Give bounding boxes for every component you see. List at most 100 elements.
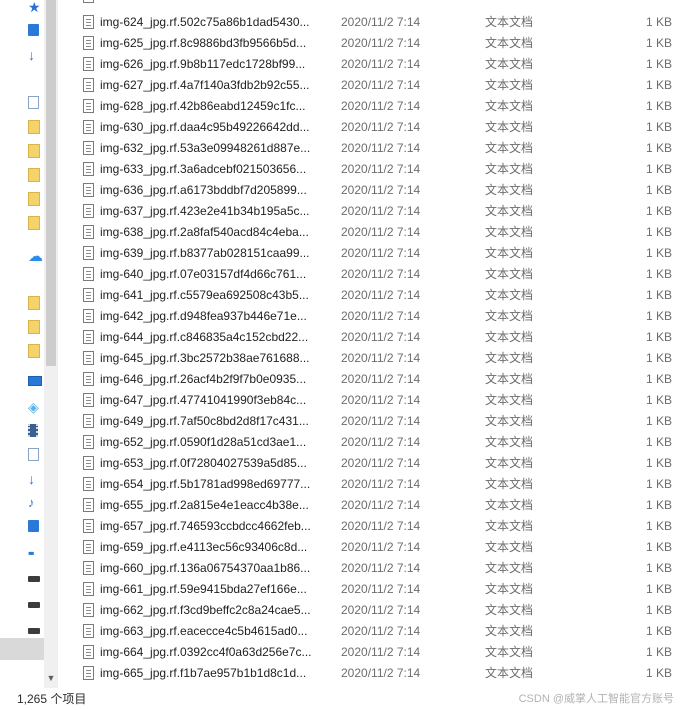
file-row[interactable]: img-664_jpg.rf.0392cc4f0a63d256e7c... 202… <box>78 642 682 663</box>
file-name[interactable]: img-632_jpg.rf.53a3e09948261d887e... <box>100 138 310 159</box>
nav-item[interactable]: ♪ <box>28 496 42 510</box>
file-name[interactable]: img-636_jpg.rf.a6173bddbf7d205899... <box>100 180 307 201</box>
nav-item[interactable] <box>28 96 42 110</box>
file-size: 1 KB <box>645 540 672 554</box>
nav-item[interactable] <box>28 448 42 462</box>
file-row[interactable]: img-627_jpg.rf.4a7f140a3fdb2b92c55... 202… <box>78 75 682 96</box>
nav-item[interactable]: ◈ <box>28 400 42 414</box>
file-row[interactable]: img-640_jpg.rf.07e03157df4d66c761... 2020… <box>78 264 682 285</box>
file-row[interactable]: img-626_jpg.rf.9b8b117edc1728bf99... 2020… <box>78 54 682 75</box>
file-row[interactable]: img-662_jpg.rf.f3cd9beffc2c8a24cae5... 20… <box>78 600 682 621</box>
nav-selected-item[interactable] <box>0 638 44 660</box>
file-row[interactable]: img-647_jpg.rf.47741041990f3eb84c... 2020… <box>78 390 682 411</box>
file-name[interactable]: img-627_jpg.rf.4a7f140a3fdb2b92c55... <box>100 75 310 96</box>
file-name[interactable]: img-657_jpg.rf.746593ccbdcc4662feb... <box>100 516 311 537</box>
nav-item[interactable] <box>28 598 42 612</box>
file-row[interactable]: img-633_jpg.rf.3a6adcebf021503656... 2020… <box>78 159 682 180</box>
file-row[interactable]: img-637_jpg.rf.423e2e41b34b195a5c... 2020… <box>78 201 682 222</box>
file-row[interactable]: img-659_jpg.rf.e4113ec56c93406c8d... 2020… <box>78 537 682 558</box>
file-date-modified: 2020/11/2 7:14 <box>341 330 421 344</box>
file-row[interactable]: img-628_jpg.rf.42b86eabd12459c1fc... 2020… <box>78 96 682 117</box>
nav-item[interactable] <box>28 216 42 230</box>
file-name[interactable]: img-647_jpg.rf.47741041990f3eb84c... <box>100 390 306 411</box>
file-row[interactable]: img-654_jpg.rf.5b1781ad998ed69777... 2020… <box>78 474 682 495</box>
nav-item[interactable] <box>28 520 42 534</box>
nav-item[interactable] <box>28 168 42 182</box>
file-row[interactable]: img-646_jpg.rf.26acf4b2f9f7b0e0935... 202… <box>78 369 682 390</box>
file-name[interactable]: img-644_jpg.rf.c846835a4c152cbd22... <box>100 327 308 348</box>
file-row[interactable]: img-630_jpg.rf.daa4c95b49226642dd... 2020… <box>78 117 682 138</box>
scroll-down-arrow-icon[interactable]: ▼ <box>44 670 58 686</box>
file-name[interactable]: img-639_jpg.rf.b8377ab028151caa99... <box>100 243 310 264</box>
file-name[interactable]: img-646_jpg.rf.26acf4b2f9f7b0e0935... <box>100 369 306 390</box>
file-row[interactable]: img-641_jpg.rf.c5579ea692508c43b5... 2020… <box>78 285 682 306</box>
file-name[interactable]: img-633_jpg.rf.3a6adcebf021503656... <box>100 159 306 180</box>
file-row[interactable]: img-653_jpg.rf.0f72804027539a5d85... 2020… <box>78 453 682 474</box>
file-row[interactable]: img-636_jpg.rf.a6173bddbf7d205899... 2020… <box>78 180 682 201</box>
file-row[interactable]: img-663_jpg.rf.eacecce4c5b4615ad0... 2020… <box>78 621 682 642</box>
file-row[interactable]: img-652_jpg.rf.0590f1d28a51cd3ae1... 2020… <box>78 432 682 453</box>
file-name[interactable]: img-652_jpg.rf.0590f1d28a51cd3ae1... <box>100 432 306 453</box>
file-name[interactable]: img-655_jpg.rf.2a815e4e1eacc4b38e... <box>100 495 309 516</box>
nav-item[interactable]: ☁ <box>28 249 43 264</box>
file-row[interactable]: img-632_jpg.rf.53a3e09948261d887e... 2020… <box>78 138 682 159</box>
file-row[interactable]: img-665_jpg.rf.f1b7ae957b1b1d8c1d... 2020… <box>78 663 682 684</box>
nav-item[interactable] <box>28 344 42 358</box>
file-row[interactable]: img-657_jpg.rf.746593ccbdcc4662feb... 202… <box>78 516 682 537</box>
file-row[interactable]: img-660_jpg.rf.136a06754370aa1b86... 2020… <box>78 558 682 579</box>
navigation-pane-scrollbar[interactable]: ▼ <box>44 0 58 688</box>
file-name[interactable]: img-661_jpg.rf.59e9415bda27ef166e... <box>100 579 307 600</box>
file-name[interactable]: img-625_jpg.rf.8c9886bd3fb9566b5d... <box>100 33 306 54</box>
video-icon <box>28 424 38 437</box>
file-row[interactable]: img-645_jpg.rf.3bc2572b38ae761688... 2020… <box>78 348 682 369</box>
drive-icon <box>28 602 40 608</box>
file-name[interactable]: img-640_jpg.rf.07e03157df4d66c761... <box>100 264 306 285</box>
file-row[interactable]: img-625_jpg.rf.8c9886bd3fb9566b5d... 2020… <box>78 33 682 54</box>
file-row[interactable]: img-642_jpg.rf.d948fea937b446e71e... 2020… <box>78 306 682 327</box>
nav-item[interactable]: ↓ <box>28 48 42 62</box>
file-name[interactable]: img-662_jpg.rf.f3cd9beffc2c8a24cae5... <box>100 600 311 621</box>
nav-item[interactable]: ↓ <box>28 472 42 486</box>
file-date-modified: 2020/11/2 7:14 <box>341 204 421 218</box>
file-name[interactable]: img-642_jpg.rf.d948fea937b446e71e... <box>100 306 307 327</box>
file-row[interactable]: img-639_jpg.rf.b8377ab028151caa99... 2020… <box>78 243 682 264</box>
file-name[interactable]: img-624_jpg.rf.502c75a86b1dad5430... <box>100 12 310 33</box>
file-row[interactable]: img-638_jpg.rf.2a8faf540acd84c4eba... 202… <box>78 222 682 243</box>
file-row-partial[interactable] <box>78 0 682 7</box>
file-name[interactable]: img-654_jpg.rf.5b1781ad998ed69777... <box>100 474 310 495</box>
file-size: 1 KB <box>645 162 672 176</box>
file-name[interactable]: img-653_jpg.rf.0f72804027539a5d85... <box>100 453 307 474</box>
nav-item[interactable]: ▪▪ <box>28 546 42 560</box>
file-name[interactable]: img-626_jpg.rf.9b8b117edc1728bf99... <box>100 54 305 75</box>
nav-item[interactable] <box>28 320 42 334</box>
nav-item[interactable] <box>28 120 42 134</box>
file-name[interactable]: img-659_jpg.rf.e4113ec56c93406c8d... <box>100 537 307 558</box>
nav-item[interactable] <box>28 296 42 310</box>
file-row[interactable]: img-655_jpg.rf.2a815e4e1eacc4b38e... 2020… <box>78 495 682 516</box>
scrollbar-thumb[interactable] <box>46 0 56 366</box>
nav-item[interactable] <box>28 376 42 390</box>
text-file-icon <box>83 309 94 323</box>
file-name[interactable]: img-630_jpg.rf.daa4c95b49226642dd... <box>100 117 310 138</box>
file-name[interactable]: img-641_jpg.rf.c5579ea692508c43b5... <box>100 285 309 306</box>
file-name[interactable]: img-638_jpg.rf.2a8faf540acd84c4eba... <box>100 222 309 243</box>
file-name[interactable]: img-628_jpg.rf.42b86eabd12459c1fc... <box>100 96 305 117</box>
file-name[interactable]: img-637_jpg.rf.423e2e41b34b195a5c... <box>100 201 310 222</box>
nav-item[interactable] <box>28 144 42 158</box>
nav-item[interactable] <box>28 192 42 206</box>
nav-item[interactable]: ★ <box>28 0 42 14</box>
file-name[interactable]: img-649_jpg.rf.7af50c8bd2d8f17c431... <box>100 411 309 432</box>
file-row[interactable]: img-624_jpg.rf.502c75a86b1dad5430... 2020… <box>78 12 682 33</box>
file-row[interactable]: img-649_jpg.rf.7af50c8bd2d8f17c431... 202… <box>78 411 682 432</box>
nav-item[interactable] <box>28 572 42 586</box>
file-name[interactable]: img-665_jpg.rf.f1b7ae957b1b1d8c1d... <box>100 663 306 684</box>
nav-item[interactable] <box>28 24 42 38</box>
file-name[interactable]: img-663_jpg.rf.eacecce4c5b4615ad0... <box>100 621 307 642</box>
file-row[interactable]: img-644_jpg.rf.c846835a4c152cbd22... 2020… <box>78 327 682 348</box>
file-row[interactable]: img-661_jpg.rf.59e9415bda27ef166e... 2020… <box>78 579 682 600</box>
nav-item[interactable] <box>28 424 42 438</box>
nav-item[interactable] <box>28 624 42 638</box>
file-name[interactable]: img-660_jpg.rf.136a06754370aa1b86... <box>100 558 310 579</box>
file-name[interactable]: img-664_jpg.rf.0392cc4f0a63d256e7c... <box>100 642 311 663</box>
file-name[interactable]: img-645_jpg.rf.3bc2572b38ae761688... <box>100 348 310 369</box>
